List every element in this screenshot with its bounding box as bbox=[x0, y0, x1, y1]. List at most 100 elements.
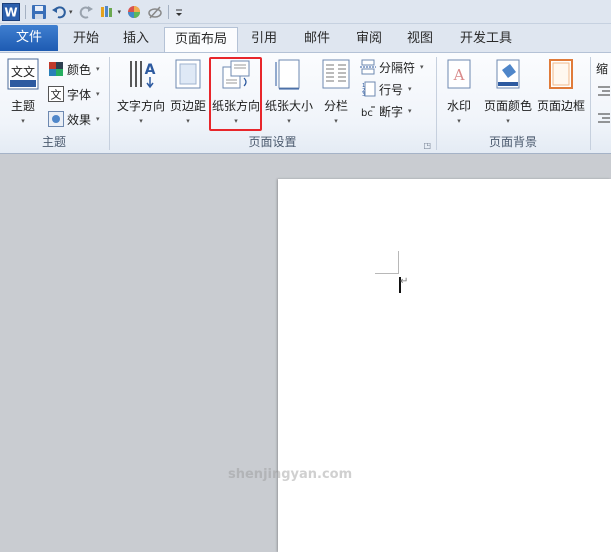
hyphenation-label: 断字 bbox=[379, 104, 404, 119]
indent-label: 缩 bbox=[596, 61, 609, 76]
chevron-down-icon: ▾ bbox=[96, 65, 100, 73]
line-numbers-button[interactable]: 123 行号 ▾ bbox=[360, 78, 412, 100]
themes-icon: 文文 bbox=[7, 57, 39, 91]
line-numbers-label: 行号 bbox=[379, 82, 404, 97]
theme-group-label: 主题 bbox=[41, 135, 66, 149]
margins-button[interactable]: 页边距 ▾ bbox=[168, 55, 208, 127]
tab-home[interactable]: 开始 bbox=[64, 27, 108, 52]
watermark-icon-text: A bbox=[453, 66, 465, 84]
theme-fonts-button[interactable]: 文 字体 ▾ bbox=[48, 83, 100, 105]
columns-button[interactable]: 分栏 ▾ bbox=[318, 55, 354, 127]
group-divider bbox=[590, 57, 591, 150]
tab-view[interactable]: 视图 bbox=[398, 27, 442, 52]
site-watermark: shenjingyan.com bbox=[228, 467, 353, 482]
watermark-label: 水印 bbox=[446, 99, 471, 113]
chevron-down-icon: ▾ bbox=[420, 63, 424, 71]
app-icon-letter: W bbox=[4, 5, 17, 19]
watermark-button[interactable]: A 水印 ▾ bbox=[439, 55, 479, 127]
clear-format-icon[interactable] bbox=[147, 3, 163, 21]
theme-fonts-icon: 文 bbox=[48, 86, 64, 102]
chevron-down-icon: ▾ bbox=[334, 117, 338, 125]
page-borders-icon bbox=[545, 57, 577, 91]
hyphenation-button[interactable]: bc 断字 ▾ bbox=[360, 100, 412, 122]
hyphenation-icon-text: bc bbox=[361, 108, 373, 119]
save-icon[interactable] bbox=[31, 3, 47, 21]
page-borders-label: 页面边框 bbox=[536, 99, 585, 113]
margins-icon bbox=[172, 57, 204, 91]
themes-label: 主题 bbox=[10, 99, 35, 113]
breaks-button[interactable]: 分隔符 ▾ bbox=[360, 56, 424, 78]
margin-crop-mark bbox=[375, 273, 399, 274]
text-direction-label: 文字方向 bbox=[116, 99, 165, 113]
svg-text:A: A bbox=[145, 62, 156, 78]
breaks-icon bbox=[360, 59, 376, 75]
chevron-down-icon: ▾ bbox=[457, 117, 461, 125]
tab-file[interactable]: 文件 bbox=[0, 25, 58, 51]
theme-colors-icon bbox=[48, 61, 64, 77]
theme-effects-button[interactable]: 效果 ▾ bbox=[48, 108, 100, 130]
paragraph-group-partial: 缩 bbox=[592, 53, 611, 153]
redo-icon[interactable] bbox=[78, 3, 94, 21]
text-direction-button[interactable]: A 文字方向 ▾ bbox=[115, 55, 167, 127]
chevron-down-icon: ▾ bbox=[408, 85, 412, 93]
theme-colors-button[interactable]: 颜色 ▾ bbox=[48, 58, 100, 80]
tab-developer[interactable]: 开发工具 bbox=[451, 27, 521, 52]
color-icon[interactable] bbox=[126, 3, 142, 21]
hyphenation-icon: bc bbox=[360, 103, 376, 119]
document-page[interactable]: ↵ bbox=[278, 179, 611, 552]
chevron-down-icon: ▾ bbox=[96, 90, 100, 98]
watermark-icon: A bbox=[443, 57, 475, 91]
qat-separator bbox=[168, 4, 170, 19]
format-painter-dropdown-icon[interactable]: ▾ bbox=[118, 8, 122, 16]
page-size-icon bbox=[273, 57, 305, 91]
theme-fonts-icon-text: 文 bbox=[51, 88, 62, 102]
chevron-down-icon: ▾ bbox=[139, 117, 143, 125]
theme-fonts-label: 字体 bbox=[67, 87, 92, 102]
page-color-label: 页面颜色 bbox=[483, 99, 532, 113]
ribbon: 文文 主题 ▾ 颜色 ▾ 文 字体 ▾ 效果 ▾ 主题 A 文字方向 ▾ 页边距… bbox=[0, 52, 611, 154]
qat-separator bbox=[25, 4, 26, 19]
chevron-down-icon: ▾ bbox=[287, 117, 291, 125]
chevron-down-icon: ▾ bbox=[408, 107, 412, 115]
page-size-label: 纸张大小 bbox=[264, 99, 313, 113]
margin-crop-mark bbox=[398, 251, 399, 273]
chevron-down-icon: ▾ bbox=[186, 117, 190, 125]
theme-effects-icon bbox=[48, 111, 64, 127]
tab-page-layout[interactable]: 页面布局 bbox=[164, 27, 238, 52]
page-size-button[interactable]: 纸张大小 ▾ bbox=[263, 55, 315, 127]
theme-effects-label: 效果 bbox=[67, 112, 92, 127]
indent-right-icon[interactable] bbox=[598, 108, 610, 130]
themes-icon-text: 文文 bbox=[11, 64, 35, 79]
customize-icon[interactable] bbox=[174, 3, 184, 21]
indent-left-icon[interactable] bbox=[598, 81, 610, 103]
ribbon-tab-bar: 文件 开始 插入 页面布局 引用 邮件 审阅 视图 开发工具 bbox=[0, 24, 611, 52]
text-direction-icon: A bbox=[125, 57, 157, 91]
line-numbers-icon: 123 bbox=[360, 81, 376, 97]
columns-icon bbox=[320, 57, 352, 91]
undo-dropdown-icon[interactable]: ▾ bbox=[69, 8, 73, 16]
page-setup-group: A 文字方向 ▾ 页边距 ▾ 纸张方向 ▾ 纸张大小 ▾ 分栏 ▾ 分隔符 ▾ … bbox=[110, 53, 435, 153]
paragraph-mark: ↵ bbox=[400, 276, 409, 287]
tab-insert[interactable]: 插入 bbox=[114, 27, 158, 52]
tab-references[interactable]: 引用 bbox=[242, 27, 286, 52]
columns-label: 分栏 bbox=[323, 99, 348, 113]
breaks-label: 分隔符 bbox=[379, 60, 416, 75]
margins-label: 页边距 bbox=[169, 99, 206, 113]
svg-text:3: 3 bbox=[362, 92, 365, 97]
themes-button[interactable]: 文文 主题 ▾ bbox=[4, 55, 42, 127]
undo-icon[interactable]: ▾ bbox=[52, 3, 73, 21]
page-borders-button[interactable]: 页面边框 bbox=[535, 55, 587, 127]
chevron-down-icon: ▾ bbox=[21, 117, 25, 125]
chevron-down-icon: ▾ bbox=[96, 115, 100, 123]
document-workspace[interactable]: ↵ shenjingyan.com bbox=[0, 155, 611, 552]
tab-review[interactable]: 审阅 bbox=[347, 27, 391, 52]
theme-colors-label: 颜色 bbox=[67, 62, 92, 77]
quick-access-toolbar: W ▾ ▾ bbox=[0, 0, 611, 24]
tab-mailings[interactable]: 邮件 bbox=[295, 27, 339, 52]
theme-group: 文文 主题 ▾ 颜色 ▾ 文 字体 ▾ 效果 ▾ 主题 bbox=[0, 53, 108, 153]
word-app-icon[interactable]: W bbox=[2, 2, 20, 21]
page-color-button[interactable]: 页面颜色 ▾ bbox=[483, 55, 533, 127]
format-painter-icon[interactable]: ▾ bbox=[99, 3, 122, 21]
page-setup-group-label: 页面设置 bbox=[248, 135, 297, 149]
page-color-icon bbox=[492, 57, 524, 91]
